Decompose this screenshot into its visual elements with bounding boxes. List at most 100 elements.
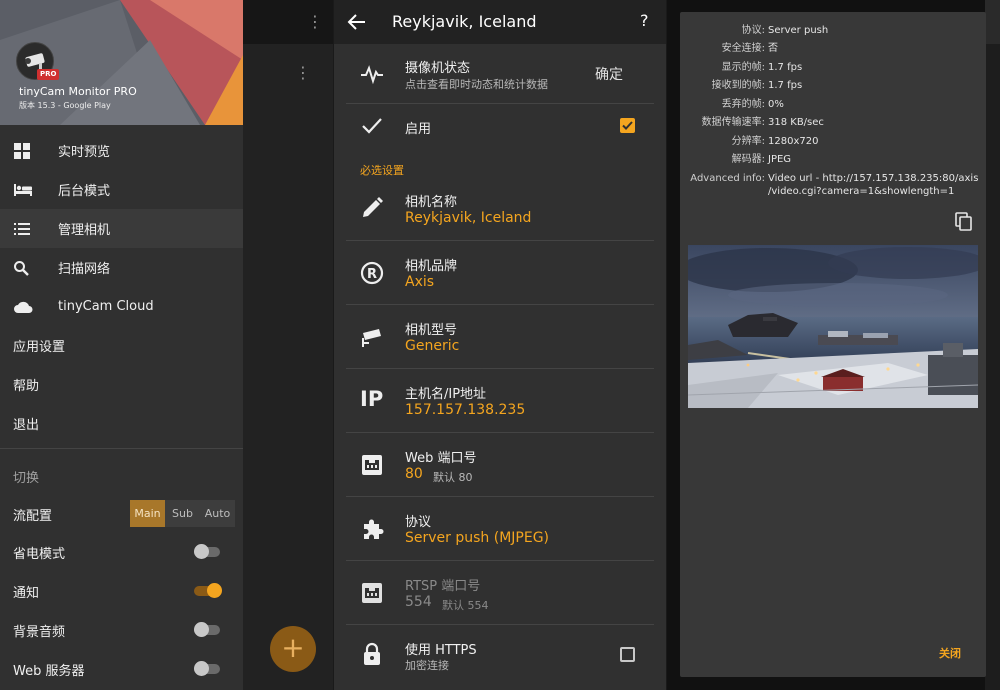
hostname-row[interactable]: IP 主机名/IP地址 157.157.138.235 [346, 369, 654, 433]
background-strip [985, 0, 1000, 690]
add-camera-fab[interactable]: + [270, 626, 316, 672]
info-value: 1.7 fps [768, 62, 803, 73]
stream-option-main[interactable]: Main [130, 500, 165, 527]
camera-name-row[interactable]: 相机名称 Reykjavik, Iceland [346, 178, 654, 241]
camera-brand-value: Axis [405, 274, 435, 290]
info-value: 0% [768, 99, 784, 110]
registered-icon: R [360, 261, 384, 285]
puzzle-piece-icon [364, 519, 384, 539]
ethernet-port-icon [362, 583, 382, 603]
item-overflow-icon[interactable]: ⋮ [295, 63, 311, 83]
menu-label: 退出 [13, 418, 40, 433]
info-value: 1280x720 [768, 136, 819, 147]
hostname-value: 157.157.138.235 [405, 402, 526, 418]
info-value: 1.7 fps [768, 80, 803, 91]
cctv-camera-icon [362, 329, 381, 347]
menu-label: 帮助 [13, 379, 40, 394]
info-key: 安全连接: [721, 43, 765, 54]
menu-item-app-settings[interactable]: 应用设置 [0, 326, 243, 365]
copy-icon[interactable] [955, 212, 973, 232]
info-key: 分辨率: [731, 136, 765, 147]
back-arrow-icon[interactable] [346, 11, 368, 33]
background-toolbar-strip [985, 0, 1000, 44]
menu-item-tinycam-cloud[interactable]: tinyCam Cloud [0, 287, 243, 326]
menu-label: 后台模式 [58, 184, 111, 199]
camera-name-title: 相机名称 [405, 195, 458, 210]
rtsp-port-title: RTSP 端口号 [405, 579, 481, 594]
menu-label: 扫描网络 [58, 262, 111, 277]
stream-option-sub[interactable]: Sub [165, 500, 200, 527]
info-key: 数据传输速率: [701, 117, 765, 128]
https-checkbox[interactable] [620, 647, 635, 662]
list-icon [14, 222, 30, 235]
enable-row[interactable]: 启用 [346, 104, 654, 150]
cloud-icon [14, 301, 33, 313]
menu-item-help[interactable]: 帮助 [0, 365, 243, 404]
https-row[interactable]: 使用 HTTPS 加密连接 [346, 625, 654, 685]
menu-item-scan-network[interactable]: 扫描网络 [0, 248, 243, 287]
camera-info-screen: 协议: Server push 安全连接: 否 显示的帧: 1.7 fps 接收到的帧… [667, 0, 1000, 690]
menu-item-background-mode[interactable]: 后台模式 [0, 170, 243, 209]
drawer-header: PRO tinyCam Monitor PRO 版本 15.3 - Google… [0, 0, 243, 125]
camera-status-subtitle: 点击查看即时动态和统计数据 [405, 78, 548, 91]
web-port-value: 80 [405, 466, 423, 482]
camera-settings-screen: Reykjavik, Iceland ? 摄像机状态 点击查看即时动态和统计数据… [334, 0, 666, 690]
info-key: Advanced info: [690, 173, 765, 184]
camera-brand-row[interactable]: R 相机品牌 Axis [346, 241, 654, 305]
stream-option-auto[interactable]: Auto [200, 500, 235, 527]
rtsp-port-value: 554 [405, 594, 432, 610]
info-value: JPEG [768, 154, 792, 165]
rtsp-port-row[interactable]: RTSP 端口号 554 默认 554 [346, 561, 654, 625]
info-value: 318 KB/sec [768, 117, 824, 128]
enable-label: 启用 [405, 122, 432, 137]
search-icon [14, 260, 29, 276]
overflow-menu-icon[interactable]: ⋮ [307, 12, 323, 32]
toggle-section-label: 切换 [13, 471, 40, 486]
pro-badge: PRO [37, 69, 60, 80]
required-settings-header: 必选设置 [360, 164, 404, 177]
notification-switch[interactable] [194, 583, 222, 598]
camera-model-value: Generic [405, 338, 460, 354]
info-key: 丢弃的帧: [721, 99, 765, 110]
ip-icon: IP [360, 387, 384, 411]
hostname-title: 主机名/IP地址 [405, 387, 487, 402]
enable-checkbox[interactable] [620, 118, 635, 133]
menu-item-live-view[interactable]: 实时预览 [0, 131, 243, 170]
rtsp-port-default: 默认 554 [442, 599, 489, 612]
web-port-title: Web 端口号 [405, 451, 477, 466]
check-icon [362, 118, 382, 134]
info-key: 接收到的帧: [711, 80, 765, 91]
video-url-line2: /video.cgi?camera=1&showlength=1 [768, 186, 955, 197]
confirm-button[interactable]: 确定 [595, 64, 623, 84]
divider [0, 448, 243, 449]
app-name: tinyCam Monitor PRO [19, 85, 137, 98]
menu-label: 实时预览 [58, 145, 111, 160]
app-version: 版本 15.3 - Google Play [19, 101, 111, 110]
power-saving-switch[interactable] [194, 544, 222, 559]
pencil-icon [363, 197, 383, 217]
page-title: Reykjavik, Iceland [392, 12, 537, 31]
menu-item-exit[interactable]: 退出 [0, 404, 243, 443]
background-audio-switch[interactable] [194, 622, 222, 637]
camera-model-title: 相机型号 [405, 323, 458, 338]
info-value: Server push [768, 25, 829, 36]
grid-icon [14, 142, 30, 159]
web-port-row[interactable]: Web 端口号 80 默认 80 [346, 433, 654, 497]
navigation-drawer-screen: ⋮ ⋮ + PRO tinyCam Monitor PRO 版本 15.3 - … [0, 0, 333, 690]
protocol-row[interactable]: 协议 Server push (MJPEG) [346, 497, 654, 561]
menu-item-manage-cameras[interactable]: 管理相机 [0, 209, 243, 248]
info-value: 否 [768, 43, 778, 54]
web-server-switch[interactable] [194, 661, 222, 676]
help-icon[interactable]: ? [640, 11, 649, 30]
bed-icon [14, 183, 32, 196]
camera-model-row[interactable]: 相机型号 Generic [346, 305, 654, 369]
close-button[interactable]: 关闭 [939, 645, 961, 661]
ethernet-port-icon [362, 455, 382, 475]
https-title: 使用 HTTPS [405, 643, 477, 658]
svg-text:R: R [367, 267, 377, 282]
menu-label: 管理相机 [58, 223, 111, 238]
camera-info-dialog: 协议: Server push 安全连接: 否 显示的帧: 1.7 fps 接收到的帧… [680, 12, 986, 677]
drawer: PRO tinyCam Monitor PRO 版本 15.3 - Google… [0, 0, 243, 690]
menu-label: tinyCam Cloud [58, 299, 154, 314]
protocol-title: 协议 [405, 515, 432, 530]
